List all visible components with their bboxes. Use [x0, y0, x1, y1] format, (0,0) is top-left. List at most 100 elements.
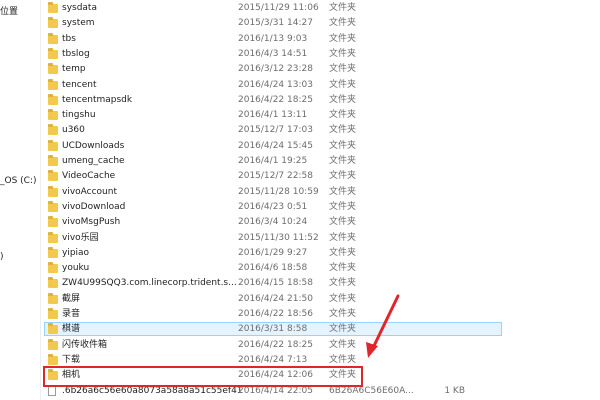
folder-icon — [48, 216, 58, 228]
file-row[interactable]: 截屏 2016/4/24 21:50 文件夹 — [44, 292, 502, 306]
file-name: ZW4U99SQQ3.com.linecorp.trident.s... — [62, 278, 237, 289]
file-name: tencent — [62, 79, 97, 90]
file-type: 文件夹 — [329, 110, 357, 121]
file-row[interactable]: temp 2016/3/12 23:28 文件夹 — [44, 62, 502, 76]
folder-icon — [48, 200, 58, 212]
file-row[interactable]: vivoAccount 2015/11/28 10:59 文件夹 — [44, 185, 502, 199]
file-type: 文件夹 — [329, 247, 357, 258]
file-row[interactable]: 录音 2016/4/22 18:56 文件夹 — [44, 307, 502, 321]
file-name: 截屏 — [62, 293, 81, 304]
file-type: 文件夹 — [329, 48, 357, 59]
file-name: youku — [62, 263, 90, 274]
file-type: 文件夹 — [329, 354, 357, 365]
file-date: 2016/4/24 21:50 — [238, 293, 313, 304]
folder-icon — [48, 262, 58, 274]
folder-icon — [48, 124, 58, 136]
file-row[interactable]: yipiao 2016/1/29 9:27 文件夹 — [44, 246, 502, 260]
file-name: UCDownloads — [62, 140, 125, 151]
folder-icon — [48, 139, 58, 151]
file-row[interactable]: 下载 2016/4/24 7:13 文件夹 — [44, 353, 502, 367]
file-type: 文件夹 — [329, 339, 357, 350]
folder-icon — [48, 78, 58, 90]
file-date: 2016/4/24 13:03 — [238, 79, 313, 90]
file-type: 文件夹 — [329, 278, 357, 289]
file-date: 2016/4/24 7:13 — [238, 354, 308, 365]
file-type: 文件夹 — [329, 18, 357, 29]
file-row[interactable]: tbs 2016/1/13 9:03 文件夹 — [44, 32, 502, 46]
file-name: VideoCache — [62, 171, 116, 182]
file-date: 2015/12/7 22:58 — [238, 171, 313, 182]
folder-icon — [48, 323, 58, 335]
file-row[interactable]: vivo乐园 2015/11/30 11:52 文件夹 — [44, 231, 502, 245]
nav-item-drive[interactable]: ) — [0, 252, 4, 262]
file-type: 文件夹 — [329, 94, 357, 105]
file-row[interactable]: vivoDownload 2016/4/23 0:51 文件夹 — [44, 200, 502, 214]
file-name: 闪传收件箱 — [62, 339, 108, 350]
file-name: u360 — [62, 125, 85, 136]
file-row[interactable]: umeng_cache 2016/4/1 19:25 文件夹 — [44, 154, 502, 168]
file-row[interactable]: sysdata 2015/11/29 11:06 文件夹 — [44, 1, 502, 15]
file-name: tingshu — [62, 110, 96, 121]
file-name: 录音 — [62, 309, 81, 319]
nav-item-os-drive[interactable]: _OS (C:) — [0, 176, 37, 186]
highlight-box — [43, 366, 363, 387]
file-row[interactable]: 棋谱 2016/3/31 8:58 文件夹 — [44, 322, 502, 337]
file-date: 2016/4/1 19:25 — [238, 156, 308, 166]
file-name: 棋谱 — [62, 324, 81, 335]
folder-icon — [48, 17, 58, 29]
file-name: tbslog — [62, 48, 90, 59]
file-type: 文件夹 — [329, 186, 357, 197]
file-row[interactable]: youku 2016/4/6 18:58 文件夹 — [44, 261, 502, 275]
file-type: 文件夹 — [329, 324, 357, 335]
file-type: 文件夹 — [329, 79, 357, 90]
file-type: 文件夹 — [329, 217, 357, 228]
file-name: vivo乐园 — [62, 232, 99, 243]
folder-icon — [48, 308, 58, 319]
file-date: 2016/4/3 14:51 — [238, 48, 308, 59]
file-type: 文件夹 — [329, 171, 357, 182]
file-date: 2015/12/7 17:03 — [238, 125, 313, 136]
file-type: 文件夹 — [329, 156, 357, 166]
file-row[interactable]: tingshu 2016/4/1 13:11 文件夹 — [44, 108, 502, 122]
folder-icon — [48, 292, 58, 304]
nav-item-location[interactable]: 位置 — [0, 4, 18, 17]
file-type: 文件夹 — [329, 309, 357, 319]
file-list: sysdata 2015/11/29 11:06 文件夹 system 2015/3/3… — [40, 0, 600, 400]
file-row[interactable]: ZW4U99SQQ3.com.linecorp.trident.s... 2016… — [44, 276, 502, 290]
file-row[interactable]: VideoCache 2015/12/7 22:58 文件夹 — [44, 169, 502, 183]
folder-icon — [48, 231, 58, 243]
file-row[interactable]: tbslog 2016/4/3 14:51 文件夹 — [44, 47, 502, 61]
file-date: 2016/3/31 8:58 — [238, 324, 308, 335]
file-type: 文件夹 — [329, 3, 357, 13]
navigation-pane: 位置 _OS (C:) ) — [0, 0, 41, 400]
file-row[interactable]: tencent 2016/4/24 13:03 文件夹 — [44, 78, 502, 92]
file-type: 文件夹 — [329, 140, 357, 151]
file-date: 2016/4/6 18:58 — [238, 263, 308, 274]
file-row[interactable]: 闪传收件箱 2016/4/22 18:25 文件夹 — [44, 338, 502, 352]
file-row[interactable]: vivoMsgPush 2016/3/4 10:24 文件夹 — [44, 215, 502, 229]
folder-icon — [48, 47, 58, 59]
folder-icon — [48, 277, 58, 289]
file-date: 2015/3/31 14:27 — [238, 18, 313, 29]
file-date: 2016/1/13 9:03 — [238, 33, 308, 44]
file-type: 文件夹 — [329, 33, 357, 44]
file-date: 2016/3/12 23:28 — [238, 64, 313, 75]
file-date: 2016/4/22 18:25 — [238, 94, 313, 105]
file-row[interactable]: tencentmapsdk 2016/4/22 18:25 文件夹 — [44, 93, 502, 107]
file-row[interactable]: UCDownloads 2016/4/24 15:45 文件夹 — [44, 139, 502, 153]
file-row[interactable]: system 2015/3/31 14:27 文件夹 — [44, 16, 502, 30]
file-name: system — [62, 18, 95, 29]
file-name: tbs — [62, 33, 76, 44]
file-name: sysdata — [62, 3, 97, 13]
file-row[interactable]: u360 2015/12/7 17:03 文件夹 — [44, 123, 502, 137]
file-type: 文件夹 — [329, 125, 357, 136]
file-date: 2016/4/1 13:11 — [238, 110, 308, 121]
file-name: umeng_cache — [62, 156, 125, 166]
folder-icon — [48, 246, 58, 258]
folder-icon — [48, 2, 58, 13]
file-date: 2016/1/29 9:27 — [238, 247, 308, 258]
file-date: 2016/4/23 0:51 — [238, 201, 308, 212]
file-date: 2015/11/28 10:59 — [238, 186, 319, 197]
folder-icon — [48, 353, 58, 365]
file-name: vivoDownload — [62, 201, 126, 212]
